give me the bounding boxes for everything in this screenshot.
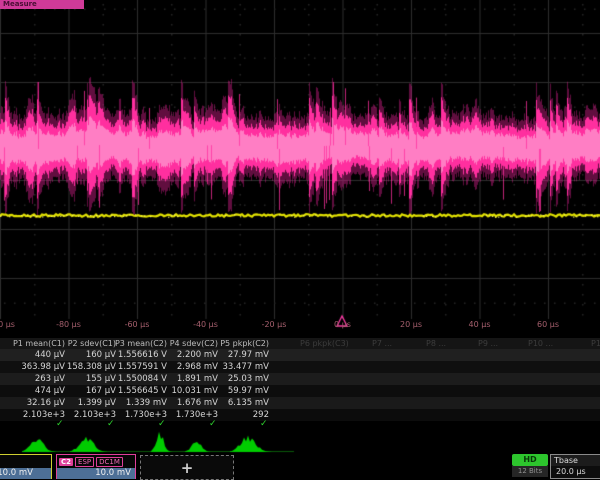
- c1-vdiv-value[interactable]: 10.0 mV: [0, 468, 51, 479]
- channel-descriptor-c2[interactable]: C2 ESP DC1M 10.0 mV: [56, 454, 136, 479]
- stat-row-min: 263 µV155 µV1.550084 V1.891 mV25.03 mV: [0, 373, 600, 385]
- status-check-icon: ✓: [260, 419, 268, 429]
- time-axis-label: -100 µs: [0, 320, 15, 329]
- param-header-dim[interactable]: P11: [591, 339, 600, 348]
- param-header-dim[interactable]: P9 ...: [478, 339, 498, 348]
- param-header-dim[interactable]: P7 ...: [372, 339, 392, 348]
- timebase-title: Tbase: [551, 455, 600, 466]
- param-header[interactable]: P3 mean(C2): [119, 339, 170, 348]
- status-row: ✓ ✓ ✓ ✓ ✓: [0, 421, 600, 430]
- stat-value: 1.399 µV: [68, 398, 119, 408]
- stat-value: 167 µV: [68, 386, 119, 396]
- stat-value: 2.968 mV: [170, 362, 221, 372]
- stat-value: 2.200 mV: [170, 350, 221, 360]
- time-axis-label: 0 µs: [334, 320, 351, 329]
- stat-value: 32.16 µV: [0, 398, 68, 408]
- status-check-icon: ✓: [158, 419, 166, 429]
- stat-row-sdev: 32.16 µV1.399 µV1.339 mV1.676 mV6.135 mV: [0, 397, 600, 409]
- param-header[interactable]: P5 pkpk(C2): [221, 339, 272, 348]
- time-axis-label: 40 µs: [469, 320, 491, 329]
- stat-value: 1.556616 V: [119, 350, 170, 360]
- timebase-value: 20.0 µs: [551, 466, 600, 478]
- stat-value: 27.97 mV: [221, 350, 272, 360]
- stat-value: 1.339 mV: [119, 398, 170, 408]
- stat-value: 158.308 µV: [68, 362, 119, 372]
- stat-value: 1.550084 V: [119, 374, 170, 384]
- time-axis: -100 µs -80 µs -60 µs -40 µs -20 µs 0 µs 20 µs…: [0, 320, 600, 332]
- param-header[interactable]: P2 sdev(C1): [68, 339, 119, 348]
- hd-bits-label: 12 Bits: [512, 466, 548, 477]
- oscilloscope-screen: Measure -100 µs -80 µs -60 µs -40 µs -20 µs 0…: [0, 0, 600, 480]
- stat-value: 1.557591 V: [119, 362, 170, 372]
- hd-badge: HD: [512, 454, 548, 466]
- stat-value: 160 µV: [68, 350, 119, 360]
- time-axis-label: -60 µs: [125, 320, 150, 329]
- stat-value: 1.676 mV: [170, 398, 221, 408]
- c2-coupling-badge: DC1M: [96, 457, 123, 467]
- param-header-dim[interactable]: P8 ...: [426, 339, 446, 348]
- param-header-dim[interactable]: P6 pkpk(C3): [300, 339, 349, 348]
- hd-mode-indicator[interactable]: HD 12 Bits: [512, 454, 548, 477]
- add-trace-button[interactable]: +: [140, 455, 234, 480]
- stat-value: 263 µV: [0, 374, 68, 384]
- timebase-descriptor[interactable]: Tbase 20.0 µs: [550, 454, 600, 479]
- top-left-badge[interactable]: Measure: [0, 0, 84, 9]
- channel-descriptor-c1[interactable]: C1 DC1M 10.0 mV: [0, 454, 52, 479]
- stat-row-mean: 363.98 µV158.308 µV1.557591 V2.968 mV33.…: [0, 361, 600, 373]
- status-check-icon: ✓: [107, 419, 115, 429]
- stat-row-max: 474 µV167 µV1.556645 V10.031 mV59.97 mV: [0, 385, 600, 397]
- time-axis-label: -20 µs: [262, 320, 287, 329]
- stat-value: 59.97 mV: [221, 386, 272, 396]
- stat-value: 33.477 mV: [221, 362, 272, 372]
- stat-value: 25.03 mV: [221, 374, 272, 384]
- stat-value: 1.891 mV: [170, 374, 221, 384]
- c2-esp-badge: ESP: [75, 457, 94, 467]
- param-header[interactable]: P1 mean(C1): [0, 339, 68, 348]
- stat-value: 363.98 µV: [0, 362, 68, 372]
- time-axis-label: 60 µs: [537, 320, 559, 329]
- time-axis-label: 20 µs: [400, 320, 422, 329]
- status-check-icon: ✓: [209, 419, 217, 429]
- time-axis-label: -80 µs: [56, 320, 81, 329]
- measure-table: P1 mean(C1)P2 sdev(C1)P3 mean(C2)P4 sdev…: [0, 338, 600, 430]
- stat-value: 1.556645 V: [119, 386, 170, 396]
- stat-value: 155 µV: [68, 374, 119, 384]
- stat-value: 474 µV: [0, 386, 68, 396]
- stat-value: 10.031 mV: [170, 386, 221, 396]
- c2-vdiv-value[interactable]: 10.0 mV: [57, 468, 135, 479]
- stat-value: 6.135 mV: [221, 398, 272, 408]
- status-check-icon: ✓: [56, 419, 64, 429]
- param-header[interactable]: P4 sdev(C2): [170, 339, 221, 348]
- stat-value: 440 µV: [0, 350, 68, 360]
- stat-row-num: 2.103e+32.103e+31.730e+31.730e+3292: [0, 409, 600, 421]
- param-header-dim[interactable]: P10 ...: [528, 339, 553, 348]
- stat-row-value: 440 µV160 µV1.556616 V2.200 mV27.97 mV: [0, 349, 600, 361]
- time-axis-label: -40 µs: [193, 320, 218, 329]
- c2-label: C2: [59, 458, 73, 466]
